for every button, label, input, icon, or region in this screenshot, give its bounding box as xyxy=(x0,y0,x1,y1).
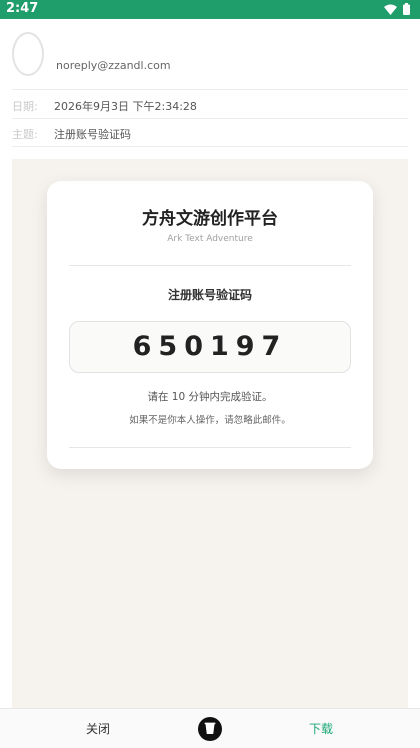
card-subtitle: Ark Text Adventure xyxy=(167,234,253,244)
wifi-icon xyxy=(384,4,397,15)
avatar xyxy=(12,32,44,76)
verification-card: 方舟文游创作平台 Ark Text Adventure 注册账号验证码 6501… xyxy=(47,181,373,469)
verification-code-box: 650197 xyxy=(69,321,351,373)
card-divider xyxy=(69,447,351,448)
divider xyxy=(12,146,408,147)
date-value: 2026年9月3日 下午2:34:28 xyxy=(54,100,197,113)
status-icons xyxy=(384,3,410,15)
download-button[interactable]: 下载 xyxy=(291,709,351,748)
delete-button[interactable] xyxy=(198,717,222,741)
battery-icon xyxy=(403,3,410,15)
sender-email: noreply@zzandl.com xyxy=(56,59,171,72)
bottom-action-bar: 关闭 下载 xyxy=(0,708,420,748)
trash-icon xyxy=(203,720,217,739)
ignore-note: 如果不是你本人操作，请忽略此邮件。 xyxy=(129,415,291,426)
subject-value: 注册账号验证码 xyxy=(54,128,131,141)
close-button[interactable]: 关闭 xyxy=(68,709,128,748)
subject-label: 主题: xyxy=(12,128,38,141)
validity-note: 请在 10 分钟内完成验证。 xyxy=(147,391,273,403)
status-time: 2:47 xyxy=(6,1,39,16)
sender-row: noreply@zzandl.com xyxy=(0,19,420,89)
date-label: 日期: xyxy=(12,100,38,113)
card-divider xyxy=(69,265,351,266)
date-row: 日期: 2026年9月3日 下午2:34:28 xyxy=(12,90,408,118)
card-title: 方舟文游创作平台 xyxy=(142,209,278,229)
card-heading: 注册账号验证码 xyxy=(167,288,252,302)
verification-code: 650197 xyxy=(132,331,288,362)
status-bar: 2:47 xyxy=(0,0,420,19)
subject-row: 主题: 注册账号验证码 xyxy=(12,118,408,146)
